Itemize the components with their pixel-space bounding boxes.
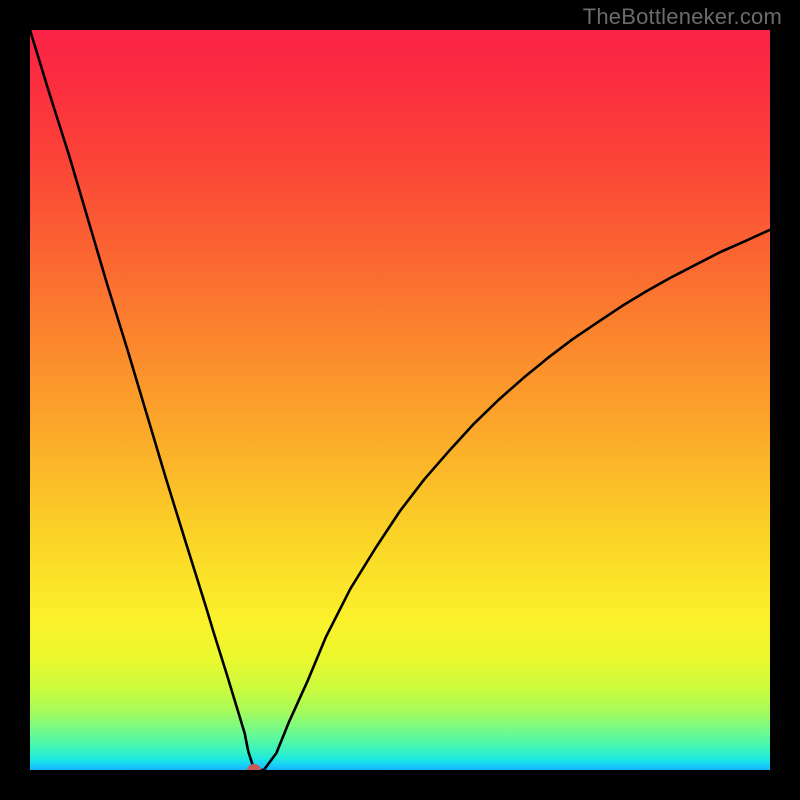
bottleneck-data-point: [247, 764, 261, 770]
watermark-text: TheBottleneker.com: [583, 4, 782, 30]
bottleneck-curve: [30, 30, 770, 770]
plot-area: [30, 30, 770, 770]
chart-frame: TheBottleneker.com: [0, 0, 800, 800]
